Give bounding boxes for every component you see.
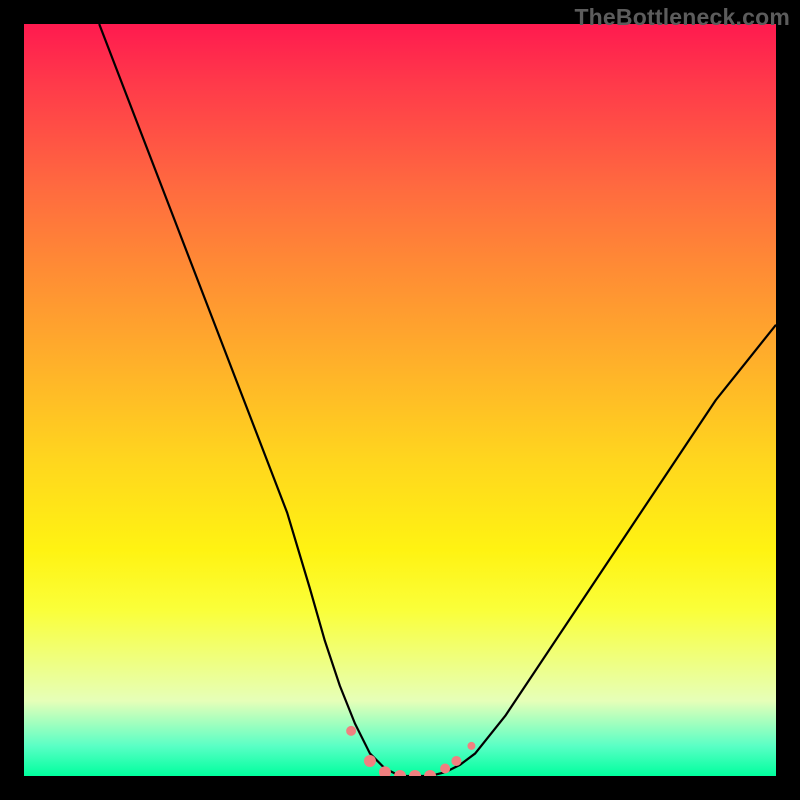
marker-point bbox=[394, 770, 406, 776]
marker-point bbox=[467, 742, 475, 750]
marker-point bbox=[451, 756, 461, 766]
marker-point bbox=[409, 770, 421, 776]
marker-point bbox=[364, 755, 376, 767]
curve-layer bbox=[99, 24, 776, 776]
marker-point bbox=[379, 766, 391, 776]
marker-point bbox=[424, 770, 436, 776]
chart-svg bbox=[24, 24, 776, 776]
series-bottleneck-curve bbox=[99, 24, 776, 776]
marker-point bbox=[346, 726, 356, 736]
chart-frame: TheBottleneck.com bbox=[0, 0, 800, 800]
marker-point bbox=[440, 763, 450, 773]
marker-layer bbox=[346, 726, 475, 776]
